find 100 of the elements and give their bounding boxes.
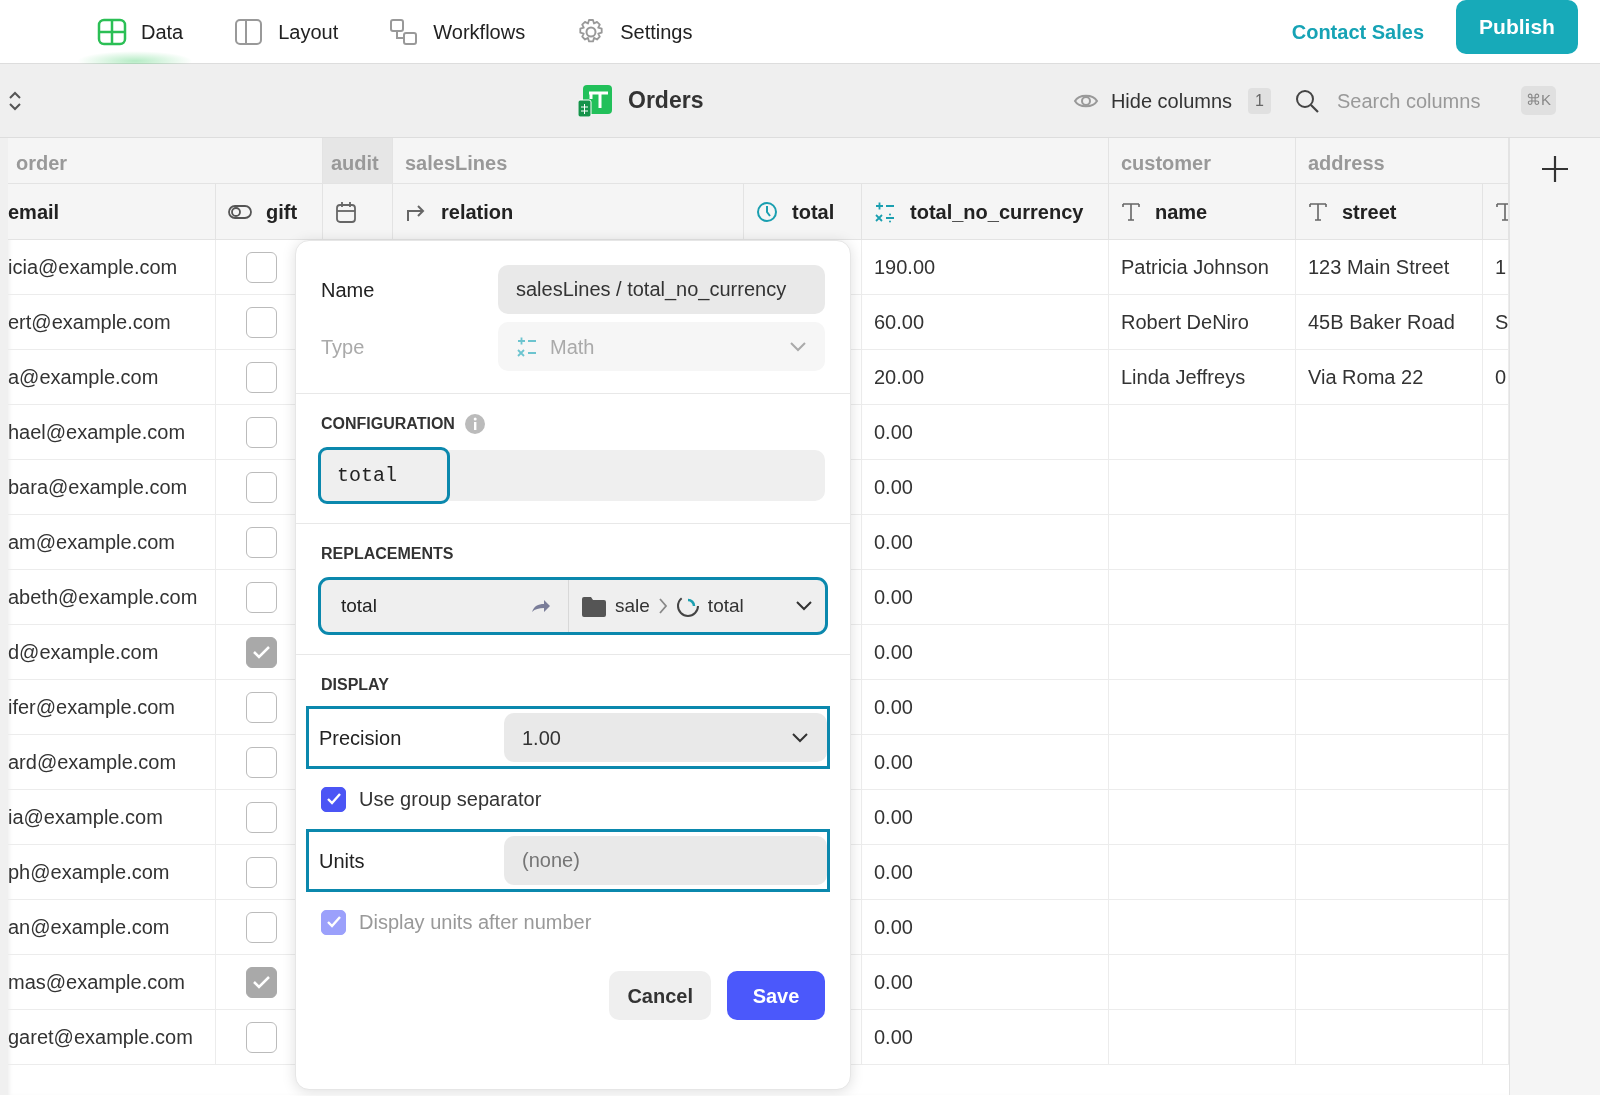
- table-cell: ia@example.com: [8, 790, 216, 845]
- table-cell: garet@example.com: [8, 1010, 216, 1065]
- clock-icon: [756, 200, 778, 223]
- table-cell: 0.00: [862, 405, 1109, 460]
- checkbox[interactable]: [245, 471, 277, 503]
- spreadsheet-icon: [578, 84, 612, 117]
- chevron-right-icon: [657, 597, 668, 615]
- column-header[interactable]: [323, 184, 393, 240]
- search-icon: [1295, 88, 1319, 113]
- cancel-button[interactable]: Cancel: [609, 971, 711, 1020]
- units-field[interactable]: (none): [504, 836, 827, 885]
- table-cell: mas@example.com: [8, 955, 216, 1010]
- calculator-icon: [516, 335, 538, 358]
- table-title: Orders: [628, 86, 704, 116]
- table-cell: 0.00: [862, 680, 1109, 735]
- group-header: customer: [1109, 138, 1296, 184]
- count-badge: 1: [1248, 87, 1271, 114]
- text-type-icon: [1121, 200, 1141, 223]
- chevron-down-icon: [791, 731, 809, 744]
- table-cell: abeth@example.com: [8, 570, 216, 625]
- checkbox[interactable]: [245, 966, 277, 998]
- table-cell: 0.00: [862, 570, 1109, 625]
- table-cell: 45B Baker Road: [1296, 295, 1483, 350]
- section-heading: REPLACEMENTS: [321, 544, 455, 564]
- column-title: name: [1155, 199, 1208, 225]
- checkbox[interactable]: [245, 801, 277, 833]
- table-cell: a@example.com: [8, 350, 216, 405]
- column-title: street: [1342, 199, 1397, 225]
- table-cell: icia@example.com: [8, 240, 216, 295]
- checkbox[interactable]: [245, 746, 277, 778]
- group-header: order: [8, 138, 323, 184]
- calculator-icon: [874, 200, 896, 223]
- column-title: gift: [266, 199, 298, 225]
- formula-field[interactable]: total: [321, 450, 825, 501]
- group-header: audit: [323, 138, 393, 184]
- table-cell: am@example.com: [8, 515, 216, 570]
- column-title: relation: [441, 199, 514, 225]
- hide-columns-button[interactable]: Hide columns: [1072, 85, 1233, 116]
- toggle-icon: [228, 203, 252, 220]
- checkbox[interactable]: [245, 306, 277, 338]
- table-cell: 0.00: [862, 955, 1109, 1010]
- checkbox[interactable]: [245, 1021, 277, 1053]
- keyboard-shortcut: ⌘K: [1521, 86, 1556, 115]
- table-cell: 123 Main Street: [1296, 240, 1483, 295]
- chevron-down-icon: [795, 600, 813, 612]
- field-label: Units: [319, 848, 366, 874]
- field-label: Precision: [319, 725, 403, 751]
- checkbox[interactable]: [245, 911, 277, 943]
- checkbox[interactable]: [245, 416, 277, 448]
- section-heading: CONFIGURATION: [321, 414, 455, 434]
- checkbox[interactable]: [245, 251, 277, 283]
- name-field[interactable]: salesLines / total_no_currency: [498, 265, 825, 314]
- info-icon: [463, 413, 486, 435]
- nav-tab[interactable]: Layout: [234, 4, 339, 59]
- field-label: Name: [321, 277, 376, 303]
- checkbox[interactable]: [245, 581, 277, 613]
- table-cell: d@example.com: [8, 625, 216, 680]
- column-title: email: [8, 199, 60, 225]
- replacement-target-select[interactable]: sale total: [569, 580, 825, 632]
- table-cell: Patricia Johnson: [1109, 240, 1296, 295]
- table-cell: 0.00: [862, 845, 1109, 900]
- table-cell: ifer@example.com: [8, 680, 216, 735]
- section-heading: DISPLAY: [321, 675, 390, 695]
- table-cell: ph@example.com: [8, 845, 216, 900]
- table-icon: [97, 17, 127, 46]
- column-title: total: [792, 199, 835, 225]
- group-header: address: [1296, 138, 1509, 184]
- replacement-variable: total: [341, 593, 377, 618]
- checkbox[interactable]: [245, 361, 277, 393]
- search-field[interactable]: Search columns: [1335, 84, 1505, 117]
- nav-tab[interactable]: Workflows: [389, 4, 526, 59]
- text-type-icon: [1308, 200, 1328, 223]
- table-cell: 0.00: [862, 625, 1109, 680]
- layout-icon: [234, 17, 265, 46]
- table-cell: 0.00: [862, 735, 1109, 790]
- field-label: Type: [321, 334, 366, 360]
- folder-icon: [581, 595, 607, 617]
- save-button[interactable]: Save: [727, 971, 825, 1020]
- column-header[interactable]: [1483, 184, 1509, 240]
- chevron-down-icon: [789, 340, 807, 353]
- table-cell: bara@example.com: [8, 460, 216, 515]
- checkbox-option[interactable]: Use group separator: [321, 774, 825, 824]
- table-cell: Robert DeNiro: [1109, 295, 1296, 350]
- table-cell: Linda Jeffreys: [1109, 350, 1296, 405]
- precision-select[interactable]: 1.00: [504, 713, 827, 762]
- table-cell: ert@example.com: [8, 295, 216, 350]
- table-cell: 0.00: [862, 460, 1109, 515]
- table-cell: Via Roma 22: [1296, 350, 1483, 405]
- checkbox[interactable]: [245, 636, 277, 668]
- nav-tab[interactable]: Settings: [576, 4, 693, 59]
- table-cell: 0.00: [862, 1010, 1109, 1065]
- checkbox[interactable]: [245, 526, 277, 558]
- table-cell: 0.00: [862, 900, 1109, 955]
- checkbox[interactable]: [245, 856, 277, 888]
- table-cell: 60.00: [862, 295, 1109, 350]
- table-cell: an@example.com: [8, 900, 216, 955]
- checkbox[interactable]: [245, 691, 277, 723]
- table-cell: hael@example.com: [8, 405, 216, 460]
- column-title: total_no_currency: [910, 199, 1084, 225]
- sort-icon[interactable]: [8, 90, 22, 111]
